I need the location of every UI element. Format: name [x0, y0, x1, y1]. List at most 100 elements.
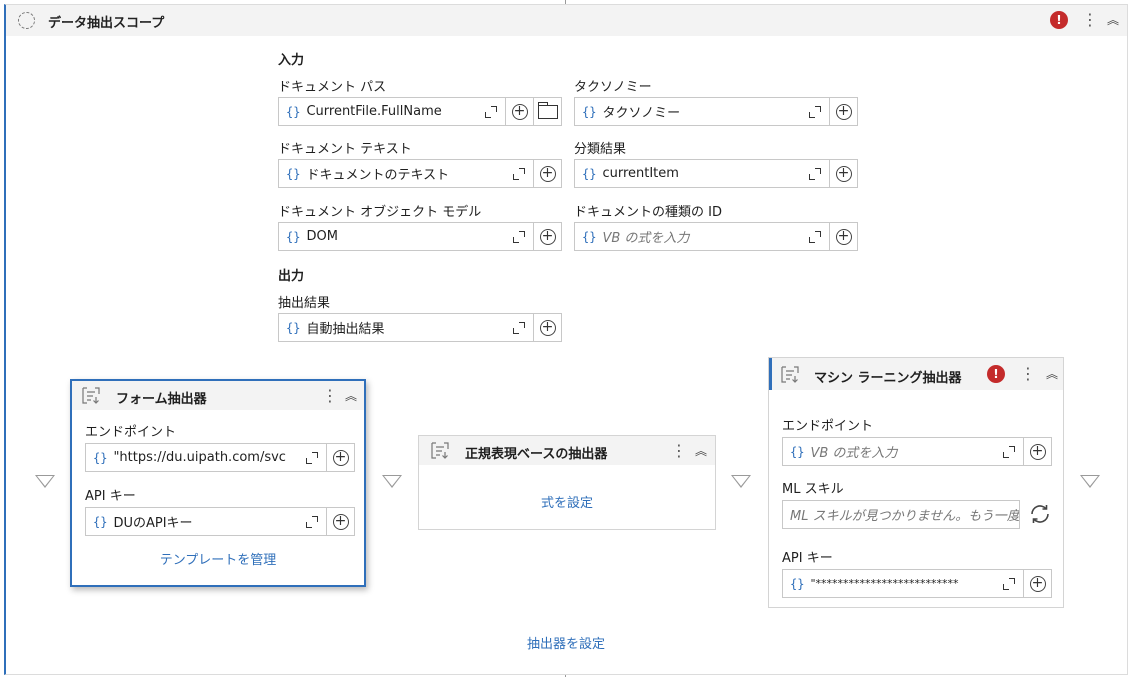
- classification-result-field[interactable]: {} currentItem +: [574, 159, 858, 188]
- expand-editor-icon[interactable]: [306, 451, 318, 464]
- ml-api-key-label: API キー: [782, 551, 833, 566]
- expand-editor-icon[interactable]: [809, 105, 821, 118]
- document-type-id-placeholder[interactable]: VB の式を入力: [602, 227, 805, 246]
- taxonomy-label: タクソノミー: [574, 80, 652, 95]
- collapse-icon[interactable]: ︽: [694, 444, 708, 458]
- plus-icon: +: [1029, 575, 1046, 592]
- expression-icon: {}: [582, 166, 597, 181]
- collapse-icon[interactable]: ︽: [344, 389, 358, 403]
- taxonomy-value[interactable]: タクソノミー: [602, 102, 805, 121]
- extractor-activity-icon: [431, 442, 449, 459]
- ml-extractor-header[interactable]: マシン ラーニング抽出器 ! ⋮ ︽: [769, 358, 1063, 390]
- collapse-icon[interactable]: ︽: [1106, 13, 1120, 27]
- document-type-id-field[interactable]: {} VB の式を入力 +: [574, 222, 858, 251]
- classification-result-label: 分類結果: [574, 142, 627, 157]
- expand-editor-icon[interactable]: [809, 230, 821, 243]
- refresh-icon[interactable]: [1028, 502, 1052, 526]
- more-options-icon[interactable]: ⋮: [671, 443, 687, 459]
- expand-editor-icon[interactable]: [1003, 577, 1015, 590]
- add-variable-button[interactable]: +: [533, 160, 561, 187]
- plus-icon: +: [539, 319, 556, 336]
- document-text-field[interactable]: {} ドキュメントのテキスト +: [278, 159, 562, 188]
- more-options-icon[interactable]: ⋮: [1020, 366, 1036, 382]
- drop-target-icon[interactable]: [1080, 475, 1100, 488]
- add-variable-button[interactable]: +: [533, 314, 561, 341]
- browse-folder-button[interactable]: [533, 98, 561, 125]
- collapse-icon[interactable]: ︽: [1045, 367, 1059, 381]
- form-api-key-label: API キー: [85, 489, 136, 504]
- inputs-heading: 入力: [278, 53, 305, 68]
- add-variable-button[interactable]: +: [829, 98, 857, 125]
- ml-api-key-value[interactable]: "**************************: [810, 577, 999, 590]
- expression-icon: {}: [286, 229, 301, 244]
- regex-extractor-card[interactable]: 正規表現ベースの抽出器 ⋮ ︽ 式を設定: [418, 435, 716, 530]
- expand-editor-icon[interactable]: [809, 167, 821, 180]
- extraction-result-value[interactable]: 自動抽出結果: [306, 318, 509, 337]
- document-text-label: ドキュメント テキスト: [278, 142, 412, 157]
- document-object-model-label: ドキュメント オブジェクト モデル: [278, 205, 482, 220]
- form-endpoint-field[interactable]: {} "https://du.uipath.com/svc +: [85, 443, 355, 472]
- extractor-activity-icon: [781, 366, 799, 383]
- document-object-model-field[interactable]: {} DOM +: [278, 222, 562, 251]
- ml-endpoint-label: エンドポイント: [782, 419, 874, 434]
- extraction-result-label: 抽出結果: [278, 296, 331, 311]
- drop-target-icon[interactable]: [35, 475, 55, 488]
- error-icon[interactable]: !: [1050, 11, 1068, 29]
- ml-skill-label: ML スキル: [782, 482, 844, 497]
- expand-editor-icon[interactable]: [485, 105, 497, 118]
- expression-icon: {}: [790, 444, 805, 459]
- ml-skill-select[interactable]: ML スキルが見つかりません。もう一度お: [782, 500, 1020, 529]
- expression-icon: {}: [286, 320, 301, 335]
- form-endpoint-value[interactable]: "https://du.uipath.com/svc: [113, 450, 302, 465]
- form-extractor-header[interactable]: フォーム抽出器 ⋮ ︽: [72, 381, 364, 410]
- manage-templates-link[interactable]: テンプレートを管理: [72, 549, 364, 568]
- add-variable-button[interactable]: +: [533, 223, 561, 250]
- ml-api-key-field[interactable]: {} "************************** +: [782, 569, 1052, 598]
- configure-expressions-link[interactable]: 式を設定: [419, 492, 715, 511]
- regex-extractor-header[interactable]: 正規表現ベースの抽出器 ⋮ ︽: [419, 436, 715, 465]
- extraction-result-field[interactable]: {} 自動抽出結果 +: [278, 313, 562, 342]
- document-path-label: ドキュメント パス: [278, 80, 387, 95]
- plus-icon: +: [835, 103, 852, 120]
- error-icon[interactable]: !: [987, 365, 1005, 383]
- expression-icon: {}: [93, 450, 108, 465]
- configure-extractors-link[interactable]: 抽出器を設定: [506, 633, 626, 652]
- add-variable-button[interactable]: +: [326, 444, 354, 471]
- document-path-field[interactable]: {} CurrentFile.FullName +: [278, 97, 562, 126]
- ml-skill-placeholder[interactable]: ML スキルが見つかりません。もう一度お: [783, 505, 1019, 524]
- drop-target-icon[interactable]: [731, 475, 751, 488]
- classification-result-value[interactable]: currentItem: [602, 166, 805, 181]
- add-variable-button[interactable]: +: [829, 160, 857, 187]
- add-variable-button[interactable]: +: [1023, 438, 1051, 465]
- document-path-value[interactable]: CurrentFile.FullName: [306, 104, 481, 119]
- add-variable-button[interactable]: +: [505, 98, 533, 125]
- expand-editor-icon[interactable]: [513, 167, 525, 180]
- plus-icon: +: [1029, 443, 1046, 460]
- add-variable-button[interactable]: +: [326, 508, 354, 535]
- folder-icon: [537, 101, 558, 119]
- document-object-model-value[interactable]: DOM: [306, 229, 509, 244]
- form-endpoint-label: エンドポイント: [85, 425, 177, 440]
- data-extraction-scope[interactable]: データ抽出スコープ ! ⋮ ︽ 入力 ドキュメント パス {} CurrentF…: [4, 4, 1128, 675]
- expression-icon: {}: [790, 576, 805, 591]
- expand-editor-icon[interactable]: [306, 515, 318, 528]
- add-variable-button[interactable]: +: [829, 223, 857, 250]
- expand-editor-icon[interactable]: [513, 230, 525, 243]
- plus-icon: +: [539, 165, 556, 182]
- more-options-icon[interactable]: ⋮: [322, 388, 338, 404]
- drop-target-icon[interactable]: [382, 475, 402, 488]
- ml-endpoint-placeholder[interactable]: VB の式を入力: [810, 442, 999, 461]
- taxonomy-field[interactable]: {} タクソノミー +: [574, 97, 858, 126]
- more-options-icon[interactable]: ⋮: [1082, 12, 1098, 28]
- expand-editor-icon[interactable]: [513, 321, 525, 334]
- ml-extractor-card[interactable]: マシン ラーニング抽出器 ! ⋮ ︽ エンドポイント {} VB の式を入力 +…: [768, 357, 1064, 608]
- document-text-value[interactable]: ドキュメントのテキスト: [306, 164, 509, 183]
- form-extractor-card[interactable]: フォーム抽出器 ⋮ ︽ エンドポイント {} "https://du.uipat…: [70, 379, 366, 587]
- scope-header[interactable]: データ抽出スコープ ! ⋮ ︽: [6, 5, 1127, 36]
- expand-editor-icon[interactable]: [1003, 445, 1015, 458]
- regex-extractor-title: 正規表現ベースの抽出器: [465, 447, 608, 462]
- ml-endpoint-field[interactable]: {} VB の式を入力 +: [782, 437, 1052, 466]
- add-variable-button[interactable]: +: [1023, 570, 1051, 597]
- form-api-key-field[interactable]: {} DUのAPIキー +: [85, 507, 355, 536]
- form-api-key-value[interactable]: DUのAPIキー: [113, 512, 302, 531]
